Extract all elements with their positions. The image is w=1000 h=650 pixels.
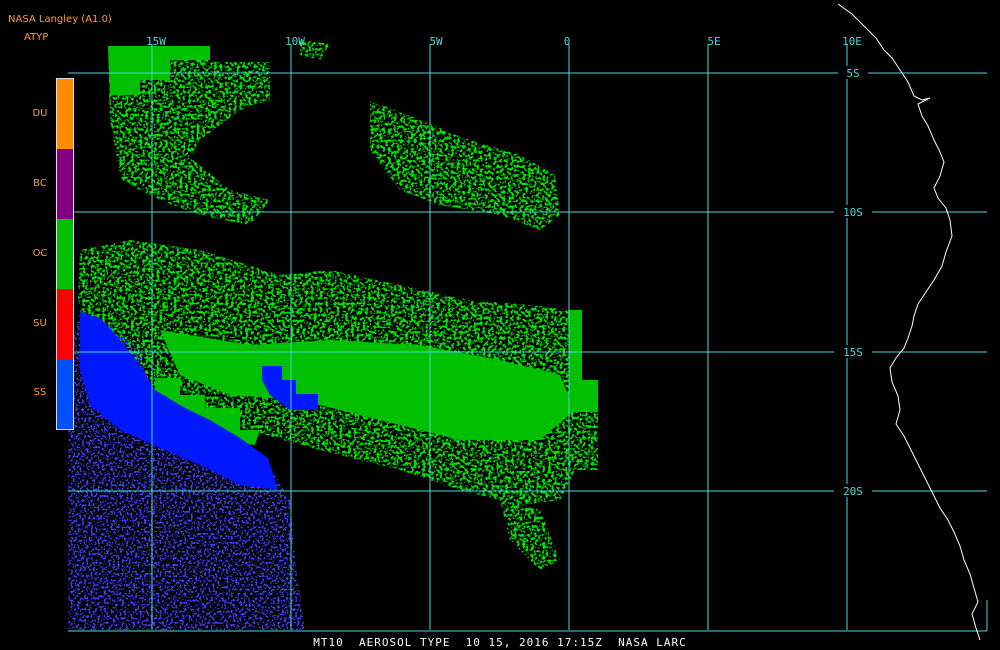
legend-label-su: SU bbox=[33, 318, 47, 329]
aerosol-type-map: 15W 10W 5W 0 5E 10E 5S 10S 15S 20S bbox=[68, 3, 988, 641]
lon-label-15w: 15W bbox=[146, 35, 166, 48]
lon-label-10w: 10W bbox=[285, 35, 305, 48]
lon-label-5e: 5E bbox=[707, 35, 720, 48]
aerosol-type-legend bbox=[56, 78, 74, 430]
lat-label-5s: 5S bbox=[846, 67, 859, 80]
legend-swatch-su bbox=[57, 289, 73, 359]
legend-label-du: DU bbox=[32, 108, 48, 119]
lon-label-10e: 10E bbox=[842, 35, 862, 48]
header-title: NASA Langley (A1.0) bbox=[8, 14, 112, 25]
legend-label-ss: SS bbox=[33, 387, 47, 398]
header-product: ATYP bbox=[24, 32, 49, 43]
legend-label-bc: BC bbox=[33, 178, 47, 189]
lat-label-20s: 20S bbox=[843, 485, 863, 498]
coastline bbox=[837, 3, 981, 641]
lat-label-10s: 10S bbox=[843, 206, 863, 219]
lat-label-15s: 15S bbox=[843, 346, 863, 359]
legend-swatch-oc bbox=[57, 219, 73, 289]
legend-label-oc: OC bbox=[32, 248, 48, 259]
legend-swatch-ss bbox=[57, 359, 73, 429]
lon-label-0: 0 bbox=[564, 35, 571, 48]
map-caption: MT10 AEROSOL TYPE 10 15, 2016 17:15Z NAS… bbox=[313, 636, 687, 649]
lon-label-5w: 5W bbox=[429, 35, 443, 48]
legend-swatch-bc bbox=[57, 149, 73, 219]
legend-swatch-du bbox=[57, 79, 73, 149]
